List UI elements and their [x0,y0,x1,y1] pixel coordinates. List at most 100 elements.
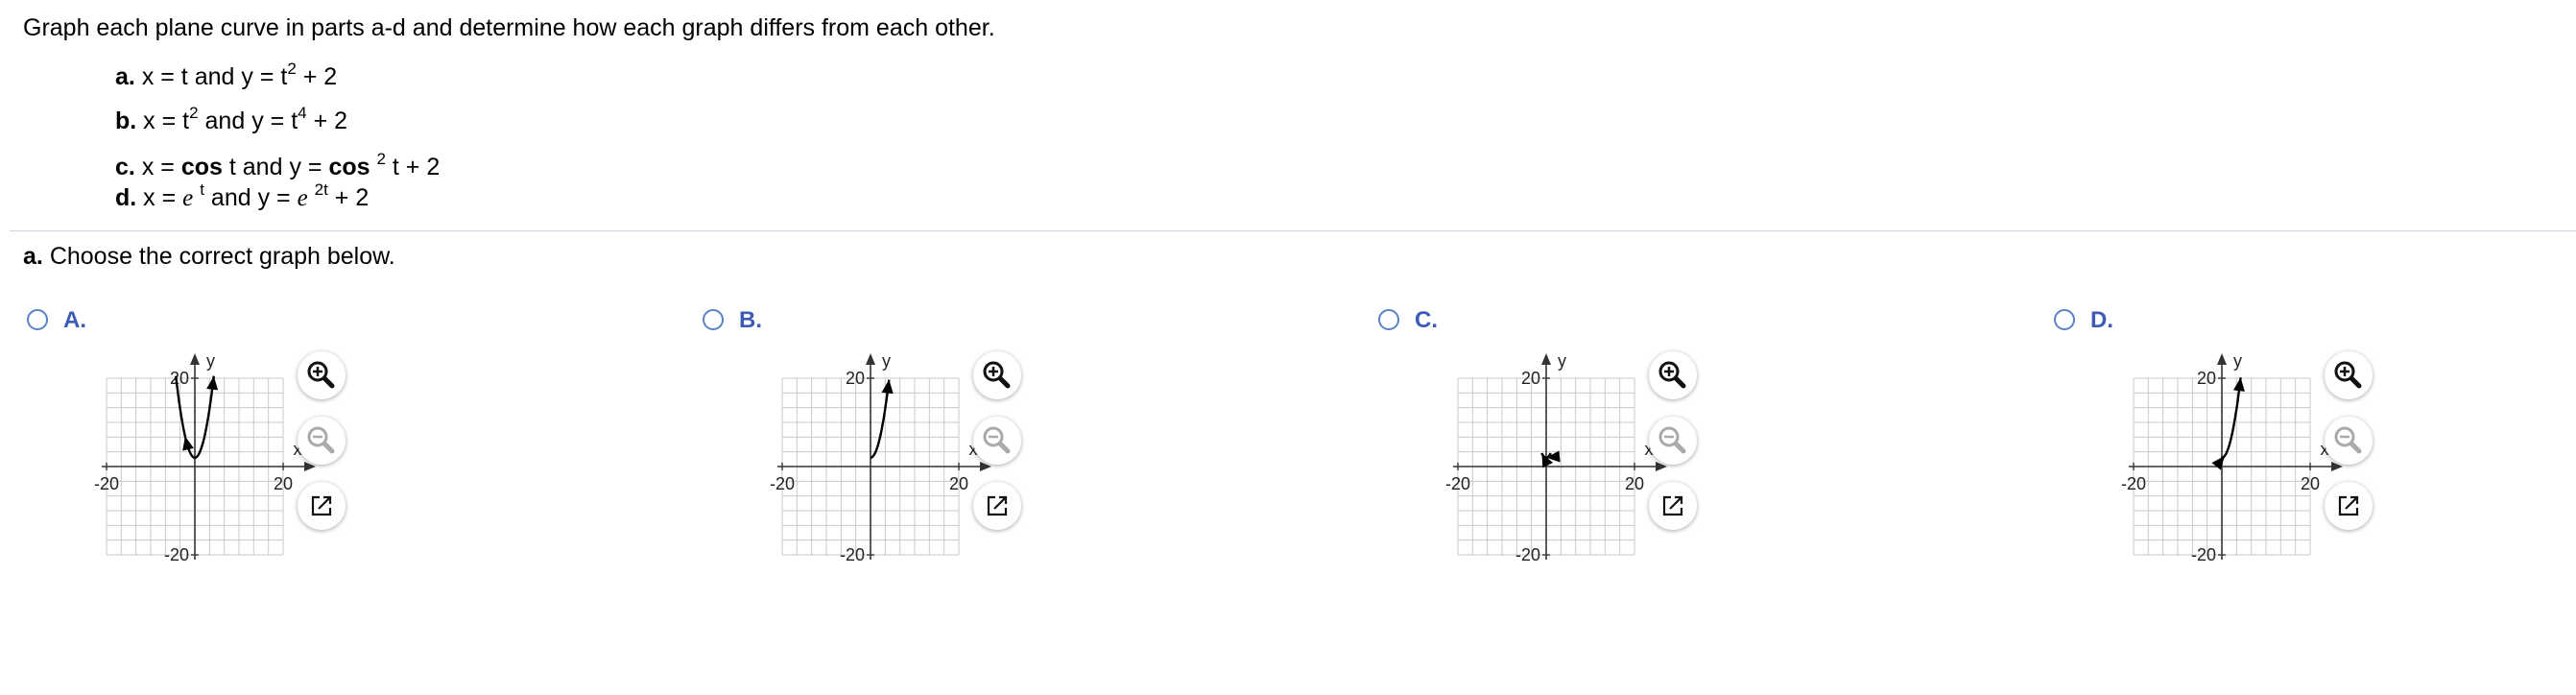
popout-icon [987,495,1008,516]
part-c-y-pre: y = [289,154,329,180]
popout-icon [311,495,332,516]
y-max-label: 20 [170,369,189,388]
option-c-radio[interactable] [1378,309,1399,330]
part-b-x-exp: 2 [189,104,199,122]
part-d: d. x = e t and y = e 2t + 2 [115,180,370,212]
option-c-zoom-out-button[interactable] [1649,417,1697,465]
zoom-in-icon [983,361,1011,389]
option-b-popout-button[interactable] [973,482,1021,530]
part-b-y-exp: 4 [298,104,307,122]
y-axis-arrow [190,353,200,365]
part-d-x-fn: e [182,185,194,211]
option-d-popout-button[interactable] [2325,482,2373,530]
popout-icon [2338,495,2359,516]
section-divider [10,230,2576,231]
part-d-y-fn: e [297,185,308,211]
y-axis-arrow [1541,353,1551,365]
y-axis-label: y [2233,351,2242,371]
option-c-label[interactable]: C. [1415,307,1438,334]
part-a: a. x = t and y = t2 + 2 [115,60,338,91]
part-d-y-tail: + 2 [334,184,370,211]
zoom-out-icon [983,426,1011,454]
option-c-graph: y x -20 20 20 -20 [1405,348,1674,578]
x-max-label: 20 [1625,474,1644,493]
y-axis-arrow [866,353,875,365]
option-a-graph: y x -20 20 20 -20 [54,348,322,578]
part-c-x-pre: x = [141,154,181,180]
option-a-radio[interactable] [27,309,48,330]
question-letter: a. [23,243,43,270]
part-d-and: and [210,184,251,211]
part-a-y-tail: + 2 [302,63,338,90]
y-axis-arrow [2217,353,2227,365]
y-min-label: -20 [164,545,189,564]
zoom-in-icon [1658,361,1686,389]
part-b-y-tail: + 2 [313,108,348,134]
option-a-zoom-out-button[interactable] [298,417,346,465]
zoom-in-icon [2334,361,2362,389]
question-text: Choose the correct graph below. [49,243,395,270]
x-max-label: 20 [949,474,968,493]
x-min-label: -20 [94,474,119,493]
part-a-x: x = t [141,63,188,90]
option-d: D. y x -20 20 20 -20 [2054,307,2399,576]
x-max-label: 20 [274,474,293,493]
part-c-y-fn: cos [328,154,370,180]
part-c-letter: c. [115,154,135,180]
option-b-zoom-out-button[interactable] [973,417,1021,465]
direction-arrow [182,436,194,451]
zoom-in-icon [307,361,335,389]
part-d-y-exp: 2t [314,180,328,199]
part-b: b. x = t2 and y = t4 + 2 [115,104,348,135]
part-a-y: y = t [241,63,288,90]
direction-arrow [2211,455,2225,470]
part-c-y-exp: 2 [376,150,386,168]
option-a: A. y x -20 20 20 -20 [27,307,372,576]
option-a-zoom-in-button[interactable] [298,351,346,399]
zoom-out-icon [2334,426,2362,454]
instruction-text: Graph each plane curve in parts a-d and … [23,14,995,41]
option-b-zoom-in-button[interactable] [973,351,1021,399]
part-c-and: and [242,154,283,180]
option-d-zoom-in-button[interactable] [2325,351,2373,399]
popout-icon [1662,495,1683,516]
part-a-and: and [194,63,235,90]
part-d-letter: d. [115,184,137,211]
direction-arrow [2232,377,2245,392]
option-a-label[interactable]: A. [63,307,86,334]
y-axis-label: y [1558,351,1566,371]
y-min-label: -20 [1515,545,1540,564]
part-d-x-exp: t [200,180,204,199]
option-c-zoom-in-button[interactable] [1649,351,1697,399]
part-c-x-fn: cos [180,154,223,180]
option-b-graph: y x -20 20 20 -20 [729,348,998,578]
part-c: c. x = cos t and y = cos 2 t + 2 [115,150,441,181]
option-d-zoom-out-button[interactable] [2325,417,2373,465]
y-max-label: 20 [1521,369,1540,388]
y-min-label: -20 [2191,545,2216,564]
y-axis-label: y [882,351,891,371]
option-d-radio[interactable] [2054,309,2075,330]
option-b: B. y x -20 20 20 -20 [703,307,1048,576]
part-c-x-var: t [228,154,236,180]
part-b-letter: b. [115,108,137,134]
direction-arrow [881,379,894,395]
option-b-radio[interactable] [703,309,724,330]
part-d-x-pre: x = [143,184,183,211]
option-c: C. y x -20 20 20 -20 [1378,307,1724,576]
option-b-label[interactable]: B. [739,307,762,334]
part-b-x: x = t [143,108,190,134]
zoom-out-icon [1658,426,1686,454]
x-min-label: -20 [1445,474,1470,493]
option-d-label[interactable]: D. [2090,307,2113,334]
part-b-and: and [204,108,246,134]
option-a-popout-button[interactable] [298,482,346,530]
part-a-letter: a. [115,63,135,90]
x-min-label: -20 [2121,474,2146,493]
part-c-y-tail: t + 2 [392,154,441,180]
option-c-popout-button[interactable] [1649,482,1697,530]
option-d-graph: y x -20 20 20 -20 [2081,348,2349,578]
part-a-y-exp: 2 [287,60,297,78]
x-max-label: 20 [2301,474,2320,493]
part-b-y: y = t [251,108,298,134]
